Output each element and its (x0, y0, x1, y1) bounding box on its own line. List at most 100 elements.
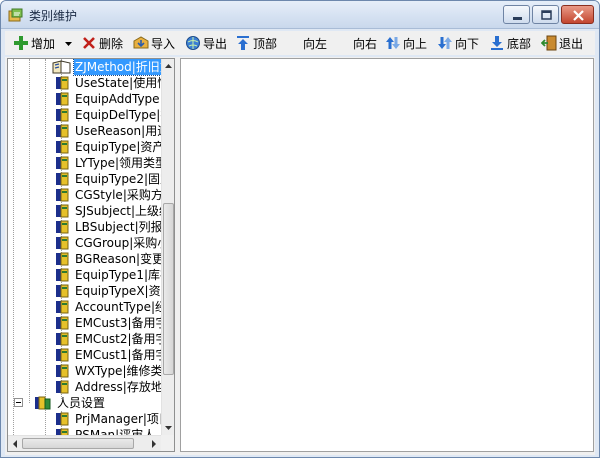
down-button[interactable]: 向下 (437, 33, 479, 53)
tree-item-psman[interactable]: PSMan|评审人 (8, 427, 161, 435)
bottom-label: 底部 (507, 36, 532, 51)
tree-item-equipaddtype[interactable]: EquipAddType|资产 (8, 91, 161, 107)
right-label: 向右 (353, 36, 378, 51)
tree-item-accounttype[interactable]: AccountType|经费 (8, 299, 161, 315)
tree-vertical-scrollbar[interactable] (161, 59, 174, 435)
book-icon (54, 188, 70, 202)
export-button[interactable]: 导出 (185, 33, 227, 53)
tree-item-label: EMCust3|备用字段 (75, 316, 161, 330)
right-button[interactable]: 向右 (353, 33, 377, 53)
tree-item-label: EquipType2|固定资 (75, 172, 161, 186)
book-icon (54, 108, 70, 122)
tree-item-label: LYType|领用类型 (75, 156, 161, 170)
tree-item-label: EquipType|资产类 (75, 140, 161, 154)
tree-item-label: EMCust2|备用字段 (75, 332, 161, 346)
detail-panel[interactable] (180, 58, 594, 452)
tree-item-lytype[interactable]: LYType|领用类型 (8, 155, 161, 171)
delete-button[interactable]: 删除 (81, 33, 123, 53)
tree-item-label: CGStyle|采购方式 (75, 188, 161, 202)
book-icon (54, 236, 70, 250)
scroll-down-arrow-icon[interactable] (162, 421, 175, 435)
book-icon (54, 156, 70, 170)
title-bar[interactable]: 类别维护 (1, 1, 599, 29)
tree-item-usereason[interactable]: UseReason|用途 (8, 123, 161, 139)
tree-item-label: PrjManager|项目经 (75, 412, 161, 426)
main-window: 类别维护 增加 删除 导入 导出 顶部 向左 向右 向上 向下 底部 退出 ZJ… (0, 0, 600, 458)
tree-item-bgreason[interactable]: BGReason|变更原 (8, 251, 161, 267)
top-button[interactable]: 顶部 (235, 33, 277, 53)
collapse-toggle-icon[interactable] (14, 398, 23, 407)
tree-item-lbsubject[interactable]: LBSubject|列报经 (8, 219, 161, 235)
minimize-button[interactable] (503, 5, 530, 24)
book-icon (54, 172, 70, 186)
tree-item-emcust3[interactable]: EMCust3|备用字段 (8, 315, 161, 331)
tree-item-label: EquipAddType|资产 (75, 92, 161, 106)
tree-horizontal-scroll-thumb[interactable] (22, 438, 134, 449)
book-icon (54, 268, 70, 282)
tree-item-label: UseState|使用情况 (75, 76, 161, 90)
tree-group-personnel[interactable]: 人员设置 (8, 395, 161, 411)
close-button[interactable] (561, 5, 594, 24)
book-icon (54, 284, 70, 298)
tree-item-usestate[interactable]: UseState|使用情况 (8, 75, 161, 91)
move-bottom-icon (491, 36, 503, 50)
tree-item-equipdeltype[interactable]: EquipDelType|报废 (8, 107, 161, 123)
export-label: 导出 (203, 36, 228, 51)
book-icon (54, 76, 70, 90)
tree-item-cggroup[interactable]: CGGroup|采购小组 (8, 235, 161, 251)
down-label: 向下 (455, 36, 480, 51)
up-label: 向上 (403, 36, 428, 51)
tree-item-equiptype2[interactable]: EquipType2|固定资 (8, 171, 161, 187)
left-button[interactable]: 向左 (303, 33, 327, 53)
scrollbar-corner (161, 435, 174, 451)
scroll-up-arrow-icon[interactable] (162, 59, 175, 73)
tree-item-equiptypex[interactable]: EquipTypeX|资产设 (8, 283, 161, 299)
left-label: 向左 (303, 36, 328, 51)
tree-item-wxtype[interactable]: WXType|维修类型 (8, 363, 161, 379)
scroll-left-arrow-icon[interactable] (8, 436, 22, 452)
category-tree[interactable]: ZJMethod|折旧方 UseState|使用情况 EquipAddType|… (8, 59, 161, 435)
tree-item-label: EMCust1|备用字段 (75, 348, 161, 362)
book-icon (54, 204, 70, 218)
toolbar: 增加 删除 导入 导出 顶部 向左 向右 向上 向下 底部 退出 (5, 31, 595, 55)
opened-book-icon (52, 60, 71, 74)
book-icon (54, 316, 70, 330)
plus-icon (14, 36, 28, 50)
close-icon (573, 10, 584, 21)
tree-item-label: EquipDelType|报废 (75, 108, 161, 122)
exit-door-icon (541, 35, 557, 51)
book-icon (54, 124, 70, 138)
tree-item-emcust2[interactable]: EMCust2|备用字段 (8, 331, 161, 347)
tree-item-address[interactable]: Address|存放地点 (8, 379, 161, 395)
delete-label: 删除 (99, 36, 124, 51)
tree-item-label: EquipTypeX|资产设 (75, 284, 161, 298)
maximize-button[interactable] (532, 5, 559, 24)
up-button[interactable]: 向上 (385, 33, 427, 53)
exit-button[interactable]: 退出 (541, 33, 583, 53)
scroll-right-arrow-icon[interactable] (147, 436, 161, 452)
tree-vertical-scroll-thumb[interactable] (163, 203, 174, 375)
tree-item-cgstyle[interactable]: CGStyle|采购方式 (8, 187, 161, 203)
tree-item-label: BGReason|变更原 (75, 252, 161, 266)
exit-label: 退出 (559, 36, 584, 51)
import-button[interactable]: 导入 (133, 33, 175, 53)
tree-item-emcust1[interactable]: EMCust1|备用字段 (8, 347, 161, 363)
bottom-button[interactable]: 底部 (489, 33, 531, 53)
import-icon (133, 36, 149, 49)
tree-item-sjsubject[interactable]: SJSubject|上级经 (8, 203, 161, 219)
tree-item-equiptype1[interactable]: EquipType1|库存物 (8, 267, 161, 283)
tree-item-label: LBSubject|列报经 (75, 220, 161, 234)
tree-item-label: UseReason|用途 (75, 124, 161, 138)
tree-item-prjmanager[interactable]: PrjManager|项目经 (8, 411, 161, 427)
top-label: 顶部 (253, 36, 278, 51)
tree-item-equiptype[interactable]: EquipType|资产类 (8, 139, 161, 155)
category-tree-panel: ZJMethod|折旧方 UseState|使用情况 EquipAddType|… (7, 58, 175, 452)
move-up-icon (386, 37, 400, 49)
tree-horizontal-scrollbar[interactable] (8, 435, 161, 451)
add-button[interactable]: 增加 (13, 33, 55, 53)
tree-group-label: 人员设置 (57, 396, 106, 410)
book-icon (54, 300, 70, 314)
tree-item-zjmethod[interactable]: ZJMethod|折旧方 (8, 59, 161, 76)
minimize-icon (513, 17, 522, 20)
add-dropdown-button[interactable] (65, 33, 72, 53)
